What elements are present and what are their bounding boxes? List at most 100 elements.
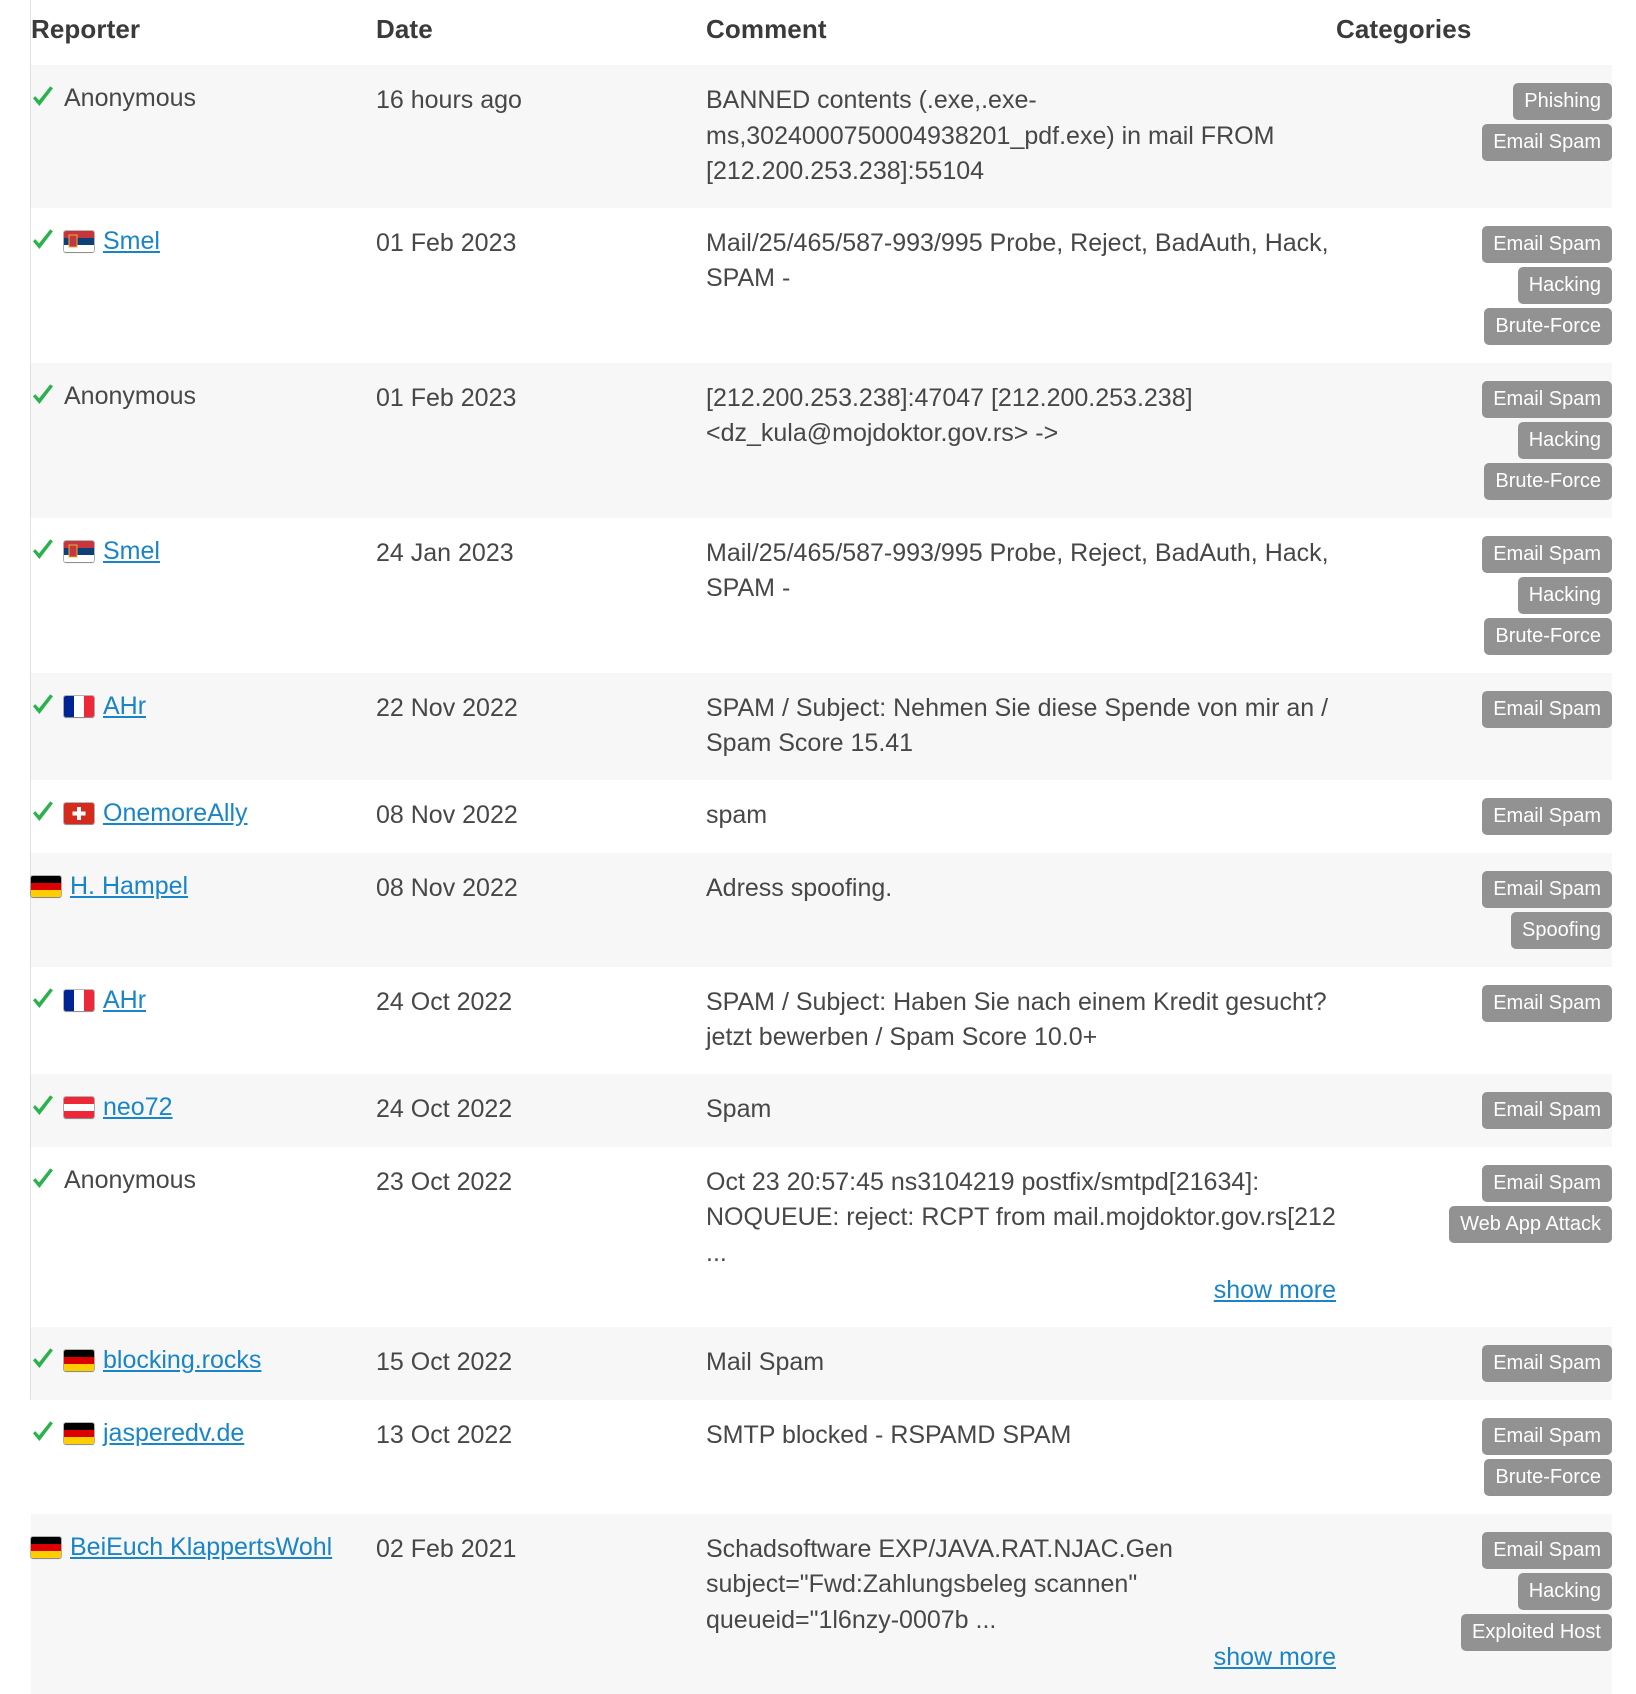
cell-reporter: blocking.rocks	[31, 1326, 376, 1400]
cell-reporter: neo72	[31, 1073, 376, 1147]
cell-reporter: Smel	[31, 518, 376, 673]
category-badge: Exploited Host	[1461, 1613, 1612, 1651]
category-badge: Email Spam	[1482, 797, 1612, 835]
reporter-name: Anonymous	[64, 1165, 197, 1194]
reporter-link[interactable]: BeiEuch KlappertsWohl	[70, 1532, 332, 1563]
show-more-link[interactable]: show more	[706, 1273, 1336, 1309]
category-badge: Hacking	[1517, 421, 1612, 459]
comment-text: Mail/25/465/587-993/995 Probe, Reject, B…	[706, 538, 1329, 603]
verified-check-icon	[31, 987, 55, 1013]
category-badge-list: Phishing Email Spam	[1336, 83, 1612, 161]
category-badge: Brute-Force	[1484, 1458, 1612, 1496]
table-row: H. Hampel 08 Nov 2022 Adress spoofing. Emai…	[31, 852, 1612, 967]
verified-check-icon	[31, 800, 55, 826]
cell-date: 15 Oct 2022	[376, 1326, 706, 1400]
cell-reporter: Smel	[31, 208, 376, 363]
category-badge: Email Spam	[1482, 1531, 1612, 1569]
cell-comment: SPAM / Subject: Haben Sie nach einem Kre…	[706, 967, 1336, 1074]
show-more-link[interactable]: show more	[706, 1640, 1336, 1676]
reporter-link[interactable]: AHr	[103, 985, 146, 1016]
table-row: Smel 24 Jan 2023 Mail/25/465/587-993/995 P…	[31, 518, 1612, 673]
column-header-categories: Categories	[1336, 14, 1472, 44]
category-badge-list: Email Spam Hacking Brute-Force	[1336, 225, 1612, 345]
reporter-wrapper: AHr	[31, 985, 376, 1016]
cell-comment: SMTP blocked - RSPAMD SPAM	[706, 1400, 1336, 1514]
category-badge-list: Email Spam	[1336, 1091, 1612, 1129]
cell-categories: Email Spam	[1336, 967, 1612, 1074]
verified-check-icon	[31, 1420, 55, 1446]
reporter-link[interactable]: AHr	[103, 691, 146, 722]
reporter-link[interactable]: OnemoreAlly	[103, 798, 248, 829]
category-badge-list: Email Spam	[1336, 1344, 1612, 1382]
reporter-link[interactable]: blocking.rocks	[103, 1345, 261, 1376]
category-badge: Email Spam	[1482, 1344, 1612, 1382]
category-badge: Email Spam	[1482, 984, 1612, 1022]
category-badge-list: Email Spam Hacking Exploited Host	[1336, 1531, 1612, 1651]
table-row: OnemoreAlly 08 Nov 2022 spam Email Spam	[31, 780, 1612, 853]
cell-comment: Spam	[706, 1073, 1336, 1147]
cell-date: 13 Oct 2022	[376, 1420, 513, 1449]
cell-categories: Email Spam Hacking Brute-Force	[1336, 208, 1612, 363]
cell-categories: Email Spam	[1336, 1073, 1612, 1147]
cell-comment: SPAM / Subject: Nehmen Sie diese Spende …	[706, 672, 1336, 780]
verified-check-icon	[31, 1167, 55, 1193]
verified-check-icon	[31, 693, 55, 719]
comment-text: spam	[706, 800, 768, 829]
cell-categories: Email Spam Brute-Force	[1336, 1400, 1612, 1514]
report-comments-page: Reporter Date Comment Categories Anonymo…	[0, 0, 1636, 1694]
cell-categories: Email Spam	[1336, 1326, 1612, 1400]
reporter-wrapper: jasperedv.de	[31, 1418, 376, 1449]
category-badge: Hacking	[1517, 576, 1612, 614]
comment-text: SMTP blocked - RSPAMD SPAM	[706, 1420, 1072, 1449]
category-badge: Email Spam	[1482, 225, 1612, 263]
table-row: Anonymous 23 Oct 2022 Oct 23 20:57:45 ns31…	[31, 1147, 1612, 1327]
category-badge-list: Email Spam Web App Attack	[1336, 1164, 1612, 1243]
reporter-wrapper: Smel	[31, 226, 376, 257]
reporter-wrapper: H. Hampel	[31, 871, 376, 902]
cell-reporter: BeiEuch KlappertsWohl	[31, 1513, 376, 1694]
flag-icon-de	[31, 1536, 61, 1558]
flag-icon-de	[31, 875, 61, 897]
cell-date: 23 Oct 2022	[376, 1167, 513, 1196]
comment-text: Schadsoftware EXP/JAVA.RAT.NJAC.Gen subj…	[706, 1534, 1173, 1634]
reporter-link[interactable]: jasperedv.de	[103, 1418, 244, 1449]
category-badge: Brute-Force	[1484, 617, 1612, 655]
category-badge: Brute-Force	[1484, 462, 1612, 500]
table-body: Anonymous 16 hours ago BANNED contents (.e…	[31, 65, 1612, 1694]
category-badge: Email Spam	[1482, 690, 1612, 728]
cell-date: 08 Nov 2022	[376, 852, 706, 967]
category-badge: Email Spam	[1482, 1417, 1612, 1455]
category-badge: Hacking	[1517, 1572, 1612, 1610]
category-badge-list: Email Spam Spoofing	[1336, 870, 1612, 949]
category-badge-list: Email Spam	[1336, 797, 1612, 835]
reporter-link[interactable]: H. Hampel	[70, 871, 188, 902]
flag-icon-at	[64, 1096, 94, 1118]
cell-date: 16 hours ago	[376, 65, 706, 208]
table-row: AHr 24 Oct 2022 SPAM / Subject: Haben Sie …	[31, 967, 1612, 1074]
category-badge-list: Email Spam Hacking Brute-Force	[1336, 535, 1612, 655]
comment-text: SPAM / Subject: Haben Sie nach einem Kre…	[706, 987, 1327, 1052]
reporter-link[interactable]: Smel	[103, 536, 160, 567]
cell-comment: [212.200.253.238]:47047 [212.200.253.238…	[706, 362, 1336, 518]
reporter-link[interactable]: neo72	[103, 1092, 173, 1123]
cell-categories: Email Spam Hacking Exploited Host	[1336, 1513, 1612, 1694]
table-row: jasperedv.de 13 Oct 2022 SMTP blocked - RS…	[31, 1400, 1612, 1514]
flag-icon-rs	[64, 230, 94, 252]
cell-comment: spam	[706, 780, 1336, 853]
cell-date: 02 Feb 2021	[376, 1513, 706, 1694]
cell-date: 01 Feb 2023	[376, 228, 517, 257]
category-badge-list: Email Spam Hacking Brute-Force	[1336, 380, 1612, 500]
verified-check-icon	[31, 1094, 55, 1120]
cell-reporter: Anonymous	[31, 1147, 376, 1327]
comment-text: Mail/25/465/587-993/995 Probe, Reject, B…	[706, 228, 1329, 293]
cell-comment: Oct 23 20:57:45 ns3104219 postfix/smtpd[…	[706, 1147, 1336, 1327]
reporter-link[interactable]: Smel	[103, 226, 160, 257]
cell-comment: Schadsoftware EXP/JAVA.RAT.NJAC.Gen subj…	[706, 1513, 1336, 1694]
reporter-wrapper: Anonymous	[31, 83, 376, 114]
reporter-wrapper: Smel	[31, 536, 376, 567]
column-header-comment: Comment	[706, 14, 827, 44]
category-badge: Hacking	[1517, 266, 1612, 304]
cell-comment: Mail/25/465/587-993/995 Probe, Reject, B…	[706, 518, 1336, 673]
category-badge: Spoofing	[1511, 911, 1612, 949]
category-badge: Email Spam	[1482, 1091, 1612, 1129]
